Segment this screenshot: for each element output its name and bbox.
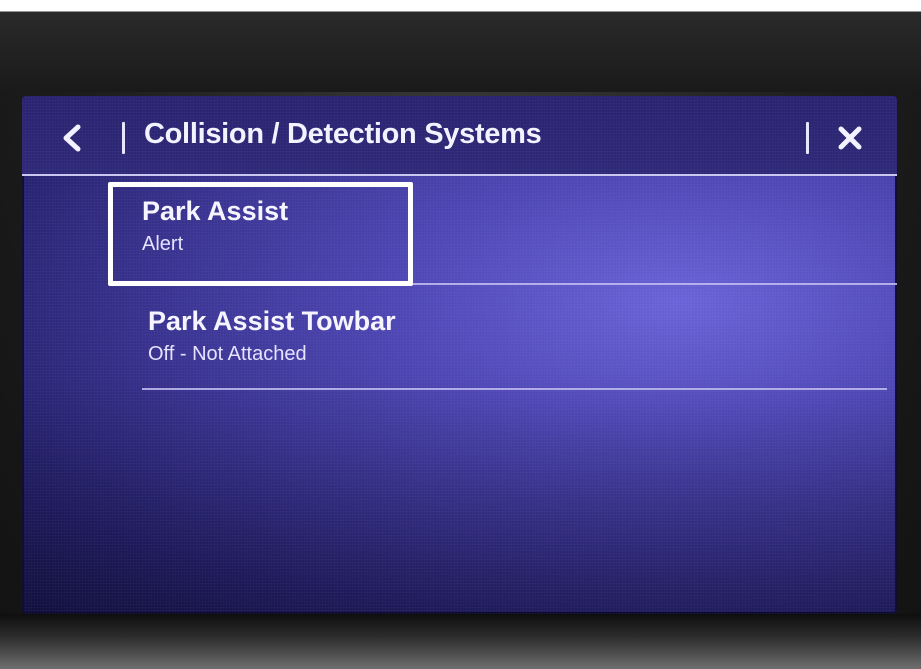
close-icon	[838, 126, 862, 150]
header-bar: Collision / Detection Systems	[22, 96, 897, 176]
page-title: Collision / Detection Systems	[144, 118, 542, 150]
infotainment-screen: Collision / Detection Systems Park Assis…	[22, 96, 897, 614]
header-divider-left	[122, 122, 125, 154]
list-item-subtitle: Off - Not Attached	[148, 343, 307, 365]
list-item-title: Park Assist	[142, 196, 289, 226]
list-item-park-assist[interactable]: Park Assist Alert	[142, 196, 887, 256]
close-button[interactable]	[828, 116, 872, 160]
list-divider	[142, 388, 887, 390]
back-button[interactable]	[50, 116, 94, 160]
list-item-title: Park Assist Towbar	[148, 306, 396, 336]
bezel-bottom	[0, 614, 921, 669]
header-divider-right	[806, 122, 809, 154]
list-divider	[410, 283, 897, 285]
list-item-park-assist-towbar[interactable]: Park Assist Towbar Off - Not Attached	[148, 306, 893, 366]
photo-frame: Collision / Detection Systems Park Assis…	[0, 0, 921, 669]
list-item-subtitle: Alert	[142, 233, 184, 255]
bezel-top	[0, 0, 921, 92]
chevron-left-icon	[63, 124, 81, 152]
